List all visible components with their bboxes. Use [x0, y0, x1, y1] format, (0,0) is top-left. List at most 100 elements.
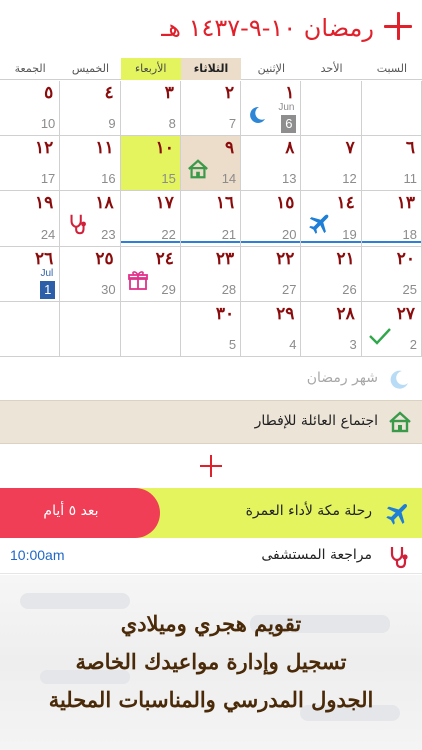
day-cell[interactable]: [60, 301, 121, 357]
event-title-family: اجتماع العائلة للإفطار: [254, 413, 378, 429]
gregorian-day-number: 6: [281, 115, 297, 134]
moon-icon: [247, 105, 267, 129]
gregorian-day-number: 16: [101, 171, 116, 187]
day-cell[interactable]: ٧ 12: [301, 136, 362, 192]
hijri-day-number: ٢٦: [35, 248, 54, 269]
weekday-header: السبت الأحد الإثنين الثلاثاء الأربعاء ال…: [0, 58, 422, 80]
day-cell[interactable]: ٢٧ 2: [361, 301, 422, 357]
hijri-day-number: ١٠: [155, 138, 174, 159]
day-cell[interactable]: [361, 81, 422, 137]
hijri-day-number: ٢٣: [215, 248, 235, 269]
hijri-day-number: ١٢: [35, 138, 54, 159]
day-cell[interactable]: ٢٢ 27: [241, 246, 302, 302]
day-cell[interactable]: ٣8: [120, 81, 181, 137]
event-title-trip: رحلة مكة لأداء العمرة: [245, 503, 372, 519]
gregorian-day-number: 28: [221, 281, 237, 297]
gregorian-day-number: 1: [40, 280, 56, 299]
gregorian-day-number: 14: [221, 171, 237, 187]
hijri-day-number: ٨: [285, 138, 295, 159]
day-cell[interactable]: ٢7: [180, 81, 242, 137]
hijri-day-number: ٢: [225, 83, 235, 103]
day-cell[interactable]: ١٠ 15: [120, 136, 181, 192]
day-cell[interactable]: [120, 301, 181, 357]
hijri-day-number: ١٨: [95, 193, 114, 214]
gregorian-day-number: 7: [228, 116, 237, 132]
day-cell[interactable]: ٢٥ 30: [60, 246, 121, 302]
day-cell[interactable]: ٢٣ 28: [180, 246, 242, 302]
gregorian-day-number: 24: [40, 226, 56, 242]
hijri-day-number: ٢٩: [276, 303, 295, 324]
hijri-day-number: ١١: [95, 138, 114, 159]
day-cell[interactable]: ٢٦ Jul 1: [0, 246, 61, 302]
day-cell[interactable]: ١٣ 18: [361, 191, 422, 247]
gregorian-day-number: 8: [168, 116, 176, 132]
gregorian-day-number: 20: [281, 226, 297, 242]
day-cell[interactable]: ١٢ 17: [0, 136, 61, 192]
promo-banner: تقويم هجري وميلادي تسجيل وإدارة مواعيدك …: [0, 575, 422, 750]
hijri-day-number: ٣: [164, 83, 174, 103]
day-cell[interactable]: ١٤ 19: [301, 191, 362, 247]
hijri-day-number: ٢٢: [276, 248, 295, 269]
day-cell[interactable]: ٢١ 26: [301, 246, 362, 302]
home-icon: [388, 410, 412, 438]
plus-icon[interactable]: [200, 455, 222, 477]
hijri-day-number: ٧: [345, 138, 355, 159]
day-cell[interactable]: ٥ 10: [0, 81, 61, 137]
day-cell[interactable]: ١١ 16: [60, 136, 121, 192]
month-name-label: شهر رمضان: [306, 370, 378, 386]
day-cell[interactable]: ٣٠ 5: [180, 301, 242, 357]
checkmark-icon: [368, 326, 392, 350]
day-cell[interactable]: ٩ 14: [180, 136, 242, 192]
event-row-family[interactable]: اجتماع العائلة للإفطار: [0, 400, 422, 444]
hijri-day-number: ١٩: [35, 193, 54, 214]
hijri-day-number: ١: [285, 83, 295, 103]
gregorian-day-number: 11: [403, 171, 418, 187]
hijri-day-number: ٢٧: [396, 303, 415, 324]
weekday-tuesday: الثلاثاء: [180, 58, 242, 80]
hijri-day-number: ٣٠: [215, 303, 235, 324]
day-cell[interactable]: [0, 301, 61, 357]
countdown-badge: بعد ٥ أيام: [0, 488, 160, 538]
promo-line-2: تسجيل وإدارة مواعيدك الخاصة: [75, 649, 347, 674]
day-cell[interactable]: ٢٤ 29: [120, 246, 181, 302]
day-cell[interactable]: ٢٩ 4: [241, 301, 302, 357]
day-cell[interactable]: ١٧ 22: [120, 191, 181, 247]
hijri-day-number: ٢٨: [336, 303, 355, 324]
day-cell[interactable]: ١٦ 21: [180, 191, 242, 247]
weekday-thursday: الخميس: [71, 62, 110, 75]
hijri-day-number: ٢٤: [155, 248, 174, 269]
hijri-day-number: ٩: [225, 138, 235, 159]
gregorian-day-number: 22: [161, 226, 176, 242]
weekday-saturday: السبت: [376, 62, 408, 75]
add-event-plus-icon[interactable]: [384, 12, 412, 40]
day-cell[interactable]: [301, 81, 362, 137]
day-cell[interactable]: ١٥ 20: [241, 191, 302, 247]
gregorian-day-number: 2: [409, 336, 417, 352]
gregorian-month-label: Jun: [278, 102, 295, 114]
gregorian-day-number: 13: [281, 171, 297, 187]
gregorian-day-number: 17: [40, 171, 56, 187]
gregorian-day-number: 9: [108, 116, 116, 132]
blurred-background-shape: [20, 593, 130, 609]
add-event-row[interactable]: [0, 444, 422, 488]
gregorian-day-number: 21: [221, 226, 237, 242]
day-cell[interactable]: ٢٠ 25: [361, 246, 422, 302]
event-title-hospital: مراجعة المستشفى: [261, 547, 372, 563]
event-time: 10:00am: [10, 547, 65, 563]
hijri-day-number: ١٧: [155, 193, 174, 214]
gregorian-day-number: 29: [161, 281, 176, 297]
day-cell[interactable]: ١ Jun 6: [241, 81, 302, 137]
day-cell[interactable]: ٦ 11: [361, 136, 422, 192]
day-cell[interactable]: ٢٨ 3: [301, 301, 362, 357]
day-cell[interactable]: ٨ 13: [241, 136, 302, 192]
gregorian-day-number: 23: [101, 226, 116, 242]
hijri-day-number: ١٣: [396, 193, 415, 214]
gregorian-month-label: Jul: [40, 267, 54, 279]
event-row-hospital[interactable]: 10:00am مراجعة المستشفى: [0, 538, 422, 574]
day-cell[interactable]: ٤9: [60, 81, 121, 137]
hijri-day-number: ١٥: [276, 193, 295, 214]
day-cell[interactable]: ١٨ 23: [60, 191, 121, 247]
event-row-trip[interactable]: بعد ٥ أيام رحلة مكة لأداء العمرة: [0, 488, 422, 538]
gregorian-day-number: 25: [402, 281, 417, 297]
day-cell[interactable]: ١٩ 24: [0, 191, 61, 247]
